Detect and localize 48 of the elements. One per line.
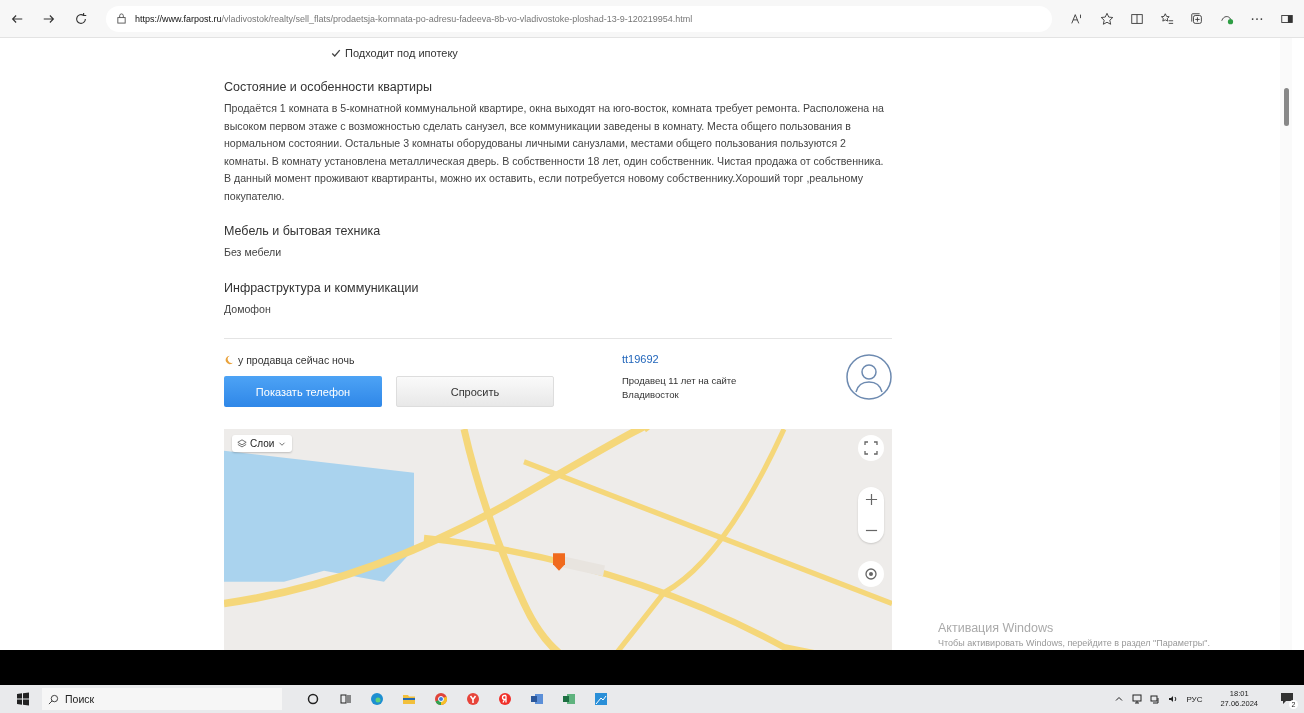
yandex-browser-icon[interactable] (466, 692, 480, 706)
language-indicator[interactable]: РУС (1186, 694, 1203, 704)
feature-label: Подходит под ипотеку (345, 47, 458, 59)
folder-icon[interactable] (402, 692, 416, 706)
section-heading: Состояние и особенности квартиры (224, 80, 433, 94)
section-text: Домофон (224, 301, 272, 317)
split-screen-icon[interactable] (1130, 11, 1144, 26)
section-text: Без мебели (224, 245, 283, 260)
layers-icon (237, 438, 247, 449)
taskbar-search-field[interactable]: Поиск (42, 688, 282, 710)
start-icon[interactable] (16, 692, 30, 706)
avatar-icon (846, 354, 892, 400)
word-icon[interactable] (530, 692, 544, 706)
moon-icon (224, 355, 234, 365)
chevron-up-icon[interactable] (1114, 694, 1125, 704)
lock-icon (116, 13, 127, 24)
scrollbar[interactable] (1280, 38, 1292, 650)
search-icon (48, 693, 59, 705)
section-text: Продаётся 1 комната в 5-комнатной коммунальной квартире, окна выходят на юго-восток, комната требует ремонта. Расположена на высоком первом этаже с возможностью сделать санузел, все коммуникации заведены в комнату. Места общего пользования в нормальном состоянии. Остальные 3 комнаты оборудованы личными санузлами, местами общего пользования пользуются 2 комнаты. В комнату установлена металлическая дверь. В собственности 18 лет, один собственник. Чистая продажа от собственника. В данный момент проживают квартиранты, можно их оставить, если потребуется новому собственнику.Хороший торг ,реальному покупателю. (224, 101, 885, 204)
night-note: у продавца сейчас ночь (238, 354, 355, 366)
chrome-icon[interactable] (434, 692, 448, 706)
favorites-icon[interactable] (1160, 11, 1174, 26)
seller-name-link[interactable]: tt19692 (622, 353, 842, 365)
seller-city: Владивосток (622, 388, 680, 402)
activation-text: Чтобы активировать Windows, перейдите в раздел "Параметры". (938, 638, 1210, 648)
address-bar[interactable]: https://www.farpost.ru/vladivostok/realty/sell_flats/prodaetsja-komnata-po-adresu-fadeeva-8b-vo-vladivostoke-ploshad-13-9-120219954.html (106, 5, 1052, 32)
collections-icon[interactable] (1190, 11, 1204, 26)
excel-icon[interactable] (562, 692, 576, 706)
refresh-icon[interactable] (74, 11, 88, 26)
read-aloud-icon[interactable] (1070, 11, 1084, 26)
cortana-icon[interactable] (306, 692, 320, 706)
star-icon[interactable] (1100, 11, 1114, 26)
locate-icon[interactable] (858, 561, 884, 587)
display-icon[interactable] (1150, 694, 1161, 704)
zoom-in-icon[interactable] (864, 493, 878, 506)
volume-icon[interactable] (1168, 694, 1179, 704)
fullscreen-icon[interactable] (858, 435, 884, 461)
ask-button[interactable]: Спросить (396, 376, 554, 407)
section-heading: Мебель и бытовая техника (224, 224, 382, 238)
network-icon[interactable] (1132, 694, 1143, 704)
task-view-icon[interactable] (338, 692, 352, 706)
section-heading: Инфраструктура и коммуникации (224, 280, 420, 295)
url-text: https://www.farpost.ru/vladivostok/realty/sell_flats/prodaetsja-komnata-po-adresu-fadeeva-8b-vo-vladivostoke-ploshad-13-9-120219954.html (135, 13, 693, 24)
photos-icon[interactable] (594, 692, 608, 706)
yandex-icon[interactable] (498, 692, 512, 706)
activation-title: Активация Windows (938, 621, 1055, 635)
layers-button[interactable]: Слои (232, 435, 293, 452)
seller-since: Продавец 11 лет на сайте (622, 374, 738, 388)
